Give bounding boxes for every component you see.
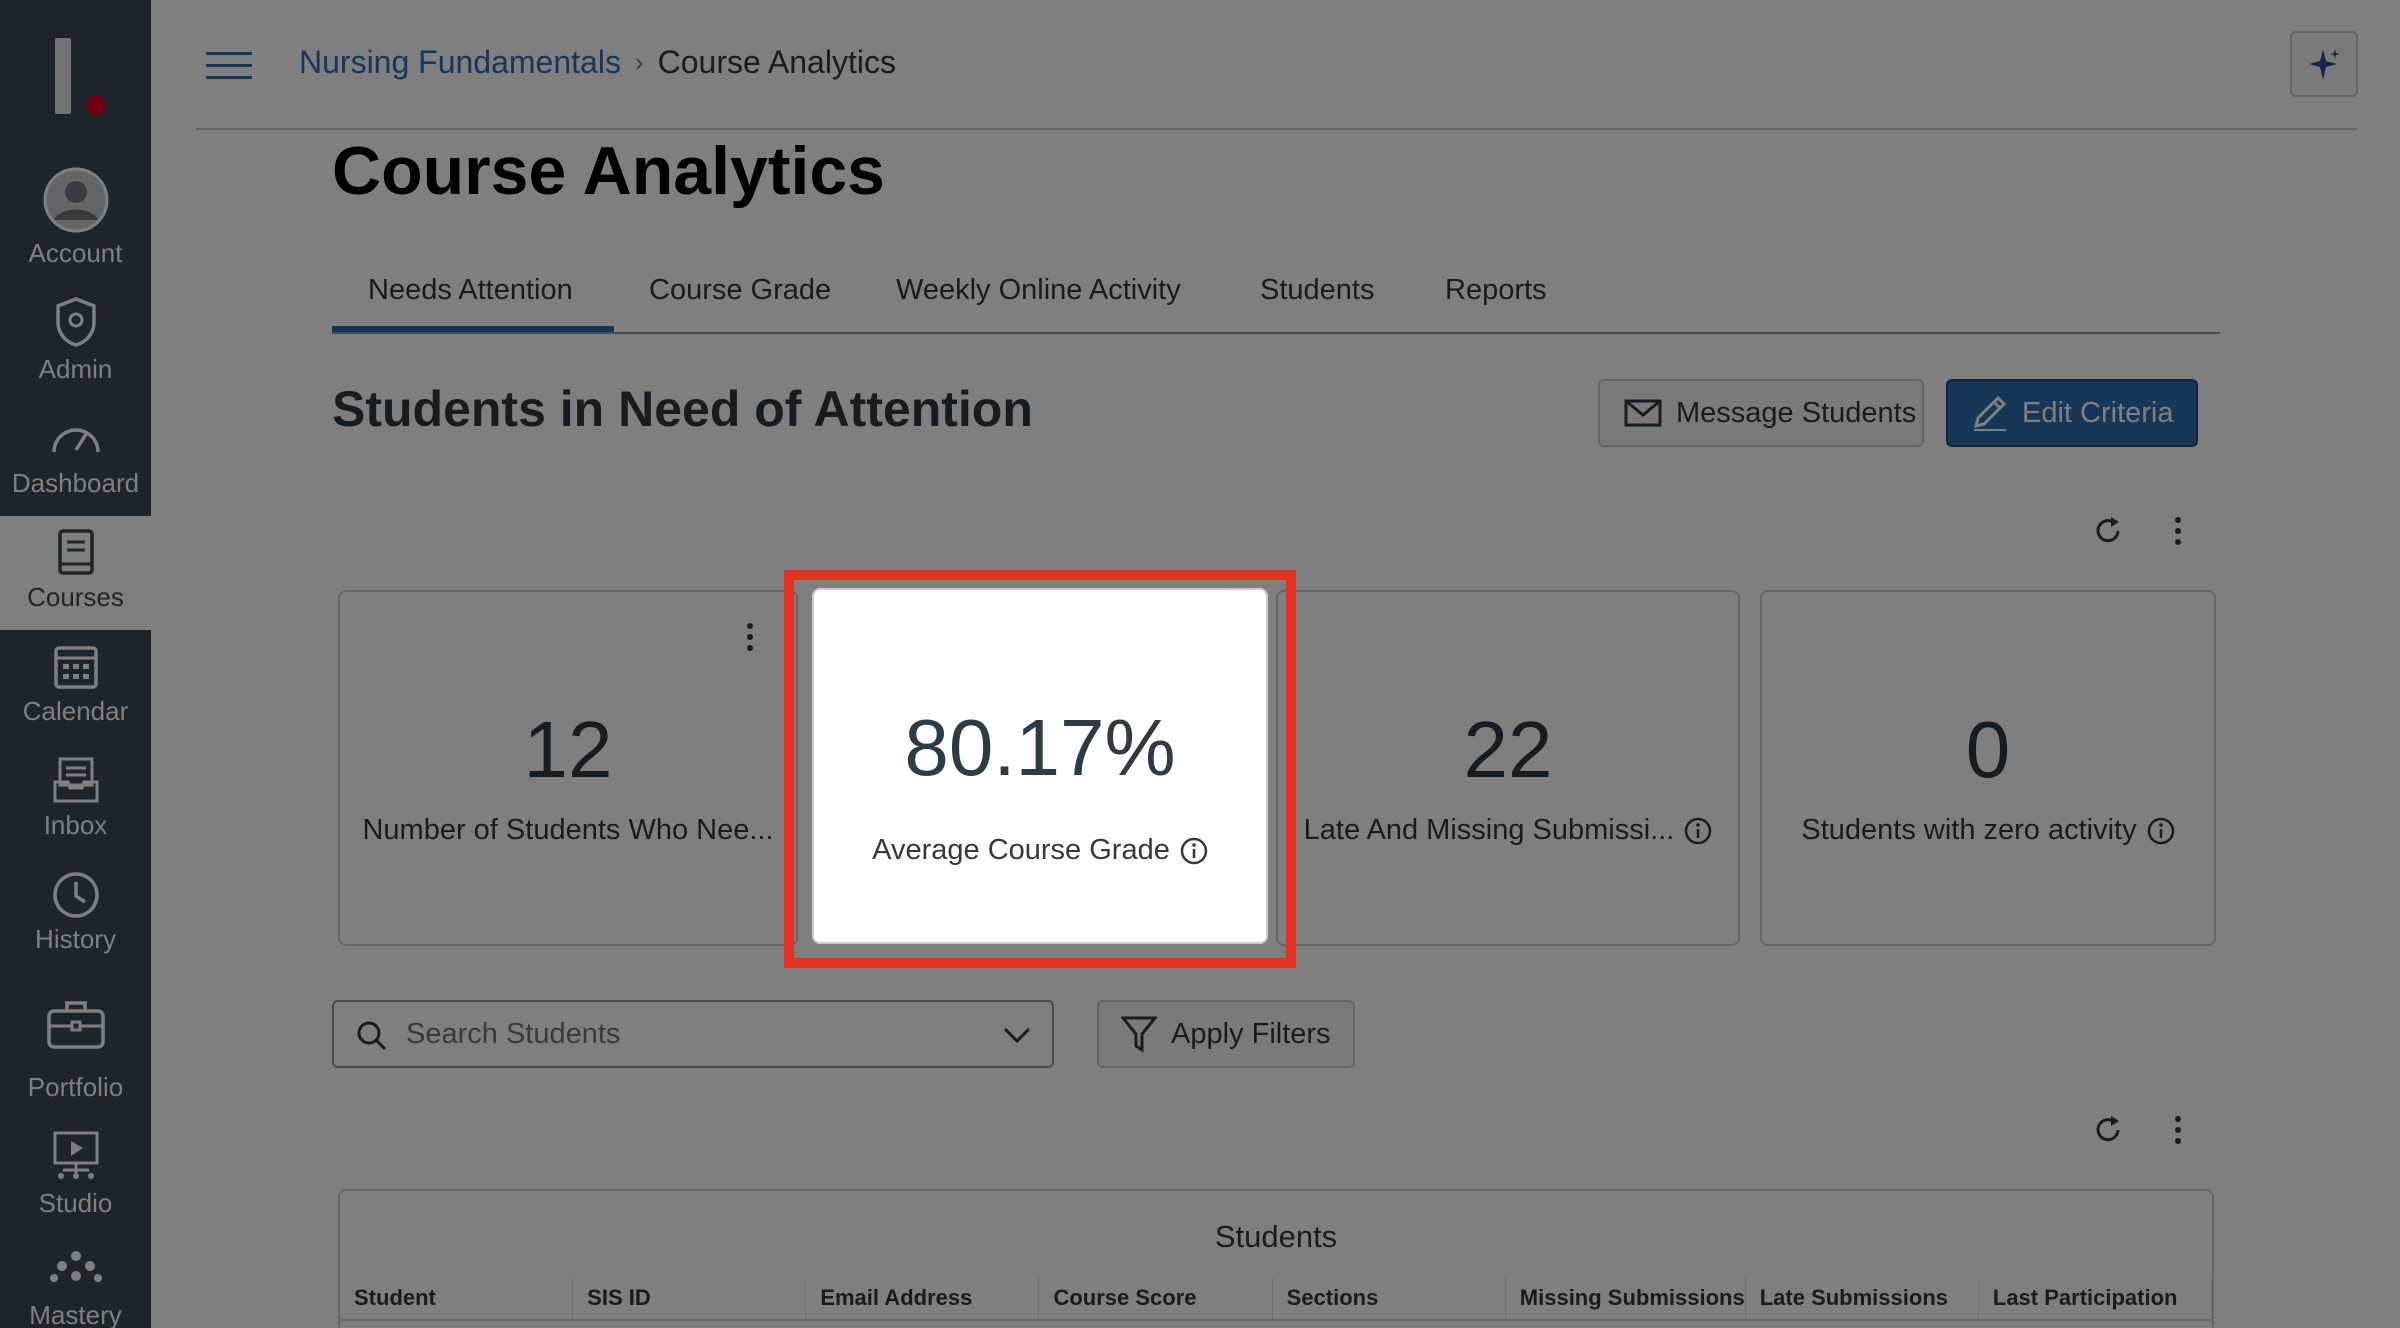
breadcrumb-current: Course Analytics: [657, 44, 896, 80]
info-icon[interactable]: [2147, 817, 2175, 845]
course-header: Nursing Fundamentals › Course Analytics: [151, 0, 2400, 130]
nav-history[interactable]: History: [0, 858, 151, 972]
column-header-student[interactable]: Student: [340, 1277, 574, 1319]
nav-label: Mastery: [29, 1300, 122, 1328]
nav-label: History: [35, 924, 116, 954]
active-tab-indicator: [332, 326, 614, 332]
nav-inbox[interactable]: Inbox: [0, 744, 151, 858]
history-icon: [52, 872, 99, 918]
course-menu-toggle[interactable]: [206, 50, 252, 82]
breadcrumb-course-link[interactable]: Nursing Fundamentals: [299, 44, 621, 81]
nav-calendar[interactable]: Calendar: [0, 630, 151, 744]
institution-logo[interactable]: [0, 0, 151, 150]
page-title: Course Analytics: [332, 133, 885, 209]
search-placeholder: Search Students: [406, 1018, 621, 1050]
metric-card-students-needing-attention[interactable]: 12 Number of Students Who Nee...: [338, 590, 798, 946]
tab-weekly-online-activity[interactable]: Weekly Online Activity: [896, 274, 1181, 307]
sparkle-icon: [2309, 49, 2340, 80]
table-more-options-icon[interactable]: [2172, 1115, 2184, 1145]
nav-account[interactable]: Account: [0, 156, 151, 270]
nav-dashboard[interactable]: Dashboard: [0, 402, 151, 516]
nav-studio[interactable]: Studio: [0, 1120, 151, 1234]
tab-reports[interactable]: Reports: [1445, 274, 1547, 307]
header-divider: [196, 128, 2358, 130]
column-header-last-participation[interactable]: Last Participation: [1979, 1277, 2212, 1319]
students-table: Students Student SIS ID Email Address Co…: [338, 1189, 2214, 1328]
metric-value: 12: [523, 705, 613, 794]
nav-courses[interactable]: Courses: [0, 516, 151, 630]
metric-value: 80.17%: [904, 703, 1176, 792]
column-header-missing-submissions[interactable]: Missing Submissions: [1506, 1277, 1746, 1319]
info-icon[interactable]: [1180, 837, 1208, 865]
search-icon: [357, 1021, 387, 1051]
section-title: Students in Need of Attention: [332, 381, 1033, 437]
table-header-row: Student SIS ID Email Address Course Scor…: [340, 1277, 2212, 1321]
search-students-combobox[interactable]: Search Students: [332, 1000, 1054, 1068]
refresh-icon[interactable]: [2093, 516, 2123, 546]
analytics-tabs: Needs Attention Course Grade Weekly Onli…: [332, 266, 2220, 334]
nav-mastery[interactable]: Mastery: [0, 1244, 151, 1328]
hamburger-icon: [206, 52, 252, 55]
metric-value: 22: [1463, 705, 1553, 794]
global-nav: Account Admin Dashboard Courses Calendar…: [0, 0, 151, 1328]
nav-label: Inbox: [43, 810, 108, 840]
filter-icon: [1121, 1016, 1157, 1053]
column-header-course-score[interactable]: Course Score: [1039, 1277, 1273, 1319]
column-header-late-submissions[interactable]: Late Submissions: [1746, 1277, 1979, 1319]
tab-students[interactable]: Students: [1260, 274, 1374, 307]
nav-admin[interactable]: Admin: [0, 288, 151, 402]
account-icon: [43, 167, 108, 233]
metric-label: Students with zero activity: [1782, 814, 2194, 847]
ai-assistant-button[interactable]: [2290, 31, 2358, 97]
breadcrumb-separator: ›: [634, 47, 644, 77]
edit-criteria-button[interactable]: Edit Criteria: [1946, 379, 2198, 447]
card-menu-icon[interactable]: [744, 622, 756, 652]
envelope-icon: [1624, 399, 1662, 427]
dashboard-icon: [51, 428, 100, 453]
apply-filters-label: Apply Filters: [1171, 1017, 1331, 1050]
metric-label: Number of Students Who Nee...: [362, 814, 774, 846]
calendar-icon: [53, 646, 98, 689]
studio-icon: [53, 1131, 98, 1179]
nav-portfolio[interactable]: Portfolio: [0, 990, 151, 1104]
mastery-icon: [49, 1251, 102, 1282]
message-students-label: Message Students: [1676, 396, 1917, 429]
column-header-sis-id[interactable]: SIS ID: [573, 1277, 807, 1319]
admin-icon: [55, 297, 96, 347]
metric-card-average-course-grade[interactable]: 80.17% Average Course Grade: [812, 588, 1268, 944]
chevron-down-icon[interactable]: [1002, 1026, 1032, 1044]
info-icon[interactable]: [1684, 817, 1712, 845]
pencil-icon: [1973, 395, 2007, 431]
tab-needs-attention[interactable]: Needs Attention: [368, 274, 573, 307]
metric-card-late-missing-submissions[interactable]: 22 Late And Missing Submissi...: [1276, 590, 1740, 946]
portfolio-icon: [46, 1001, 105, 1049]
message-students-button[interactable]: Message Students: [1598, 379, 1924, 447]
column-header-sections[interactable]: Sections: [1273, 1277, 1506, 1319]
metric-label: Late And Missing Submissi...: [1298, 814, 1718, 847]
more-options-icon[interactable]: [2172, 516, 2184, 546]
nav-label: Courses: [27, 582, 124, 612]
nav-label: Admin: [38, 354, 113, 384]
inbox-icon: [53, 757, 98, 803]
metric-label: Average Course Grade: [834, 834, 1246, 867]
metric-card-zero-activity[interactable]: 0 Students with zero activity: [1760, 590, 2216, 946]
apply-filters-button[interactable]: Apply Filters: [1097, 1000, 1355, 1068]
edit-criteria-label: Edit Criteria: [2022, 396, 2174, 429]
nav-label: Account: [28, 238, 123, 268]
courses-icon: [57, 529, 94, 575]
table-refresh-icon[interactable]: [2093, 1115, 2123, 1145]
breadcrumb: Nursing Fundamentals › Course Analytics: [299, 44, 896, 81]
column-header-email-address[interactable]: Email Address: [806, 1277, 1040, 1319]
nav-label: Portfolio: [27, 1072, 124, 1102]
nav-label: Calendar: [22, 696, 129, 726]
metric-value: 0: [1965, 705, 2011, 794]
tab-course-grade[interactable]: Course Grade: [649, 274, 831, 307]
nav-label: Dashboard: [11, 468, 140, 498]
table-caption: Students: [1214, 1219, 1338, 1254]
nav-label: Studio: [38, 1188, 113, 1218]
